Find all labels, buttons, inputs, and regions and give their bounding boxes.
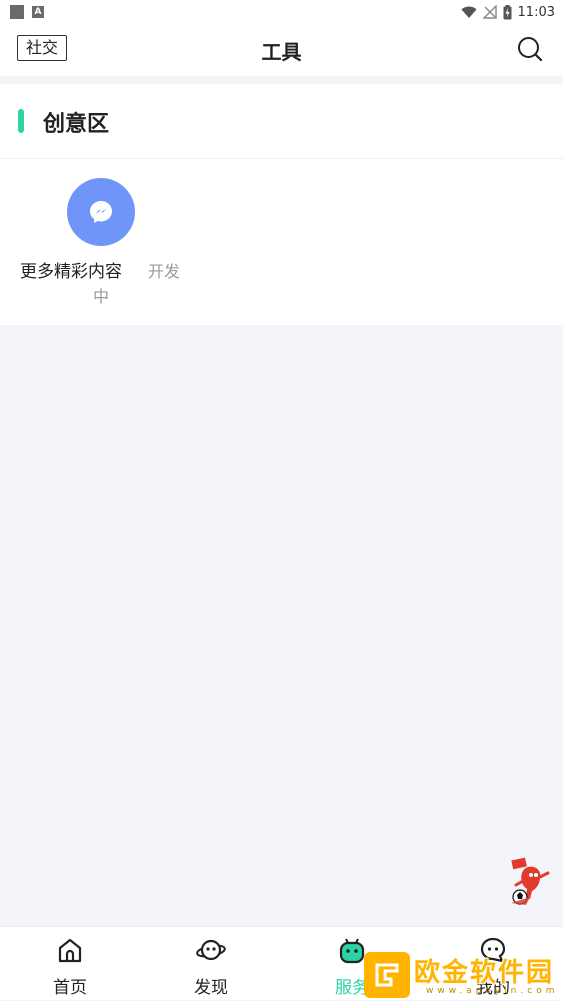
mascot-icon (511, 857, 550, 905)
nav-item-discover[interactable]: 发现 (161, 927, 261, 1001)
watermark-badge (364, 952, 410, 998)
floating-mascot[interactable] (506, 855, 556, 907)
tool-item-more-content[interactable]: 更多精彩内容 开发 中 (0, 178, 200, 318)
nav-label-home: 首页 (53, 978, 87, 998)
status-bar: A 11:03 (0, 0, 563, 24)
creative-section: 创意区 更多精彩内容 开发 中 (0, 84, 563, 325)
section-header: 创意区 (0, 84, 563, 159)
section-accent-bar (18, 109, 24, 133)
watermark-symbol-icon (375, 963, 399, 987)
robot-icon (339, 938, 365, 964)
search-button[interactable] (517, 36, 543, 62)
tool-icon-circle (67, 178, 135, 246)
page-title: 工具 (261, 40, 302, 64)
home-icon (58, 938, 82, 963)
notification-a-icon: A (32, 6, 44, 18)
planet-icon (196, 939, 226, 961)
nav-item-home[interactable]: 首页 (20, 927, 120, 1001)
nav-label-discover: 发现 (194, 978, 228, 998)
tool-status: 开发 (148, 262, 181, 281)
wifi-icon (461, 6, 477, 18)
no-signal-icon (482, 5, 497, 19)
search-icon (518, 37, 543, 62)
tool-status-continued: 中 (93, 287, 110, 306)
watermark-logo: 欧金软件园 www.apoyin.com (364, 948, 559, 998)
tool-name: 更多精彩内容 (20, 262, 122, 282)
notification-square-icon (10, 5, 24, 19)
section-title: 创意区 (43, 112, 110, 137)
clock: 11:03 (517, 4, 555, 20)
app-header: 社交 工具 (0, 24, 563, 76)
messenger-icon (90, 201, 112, 223)
battery-charging-icon (503, 4, 512, 19)
watermark-url: www.apoyin.com (426, 986, 559, 996)
watermark-text: 欧金软件园 (414, 958, 555, 988)
